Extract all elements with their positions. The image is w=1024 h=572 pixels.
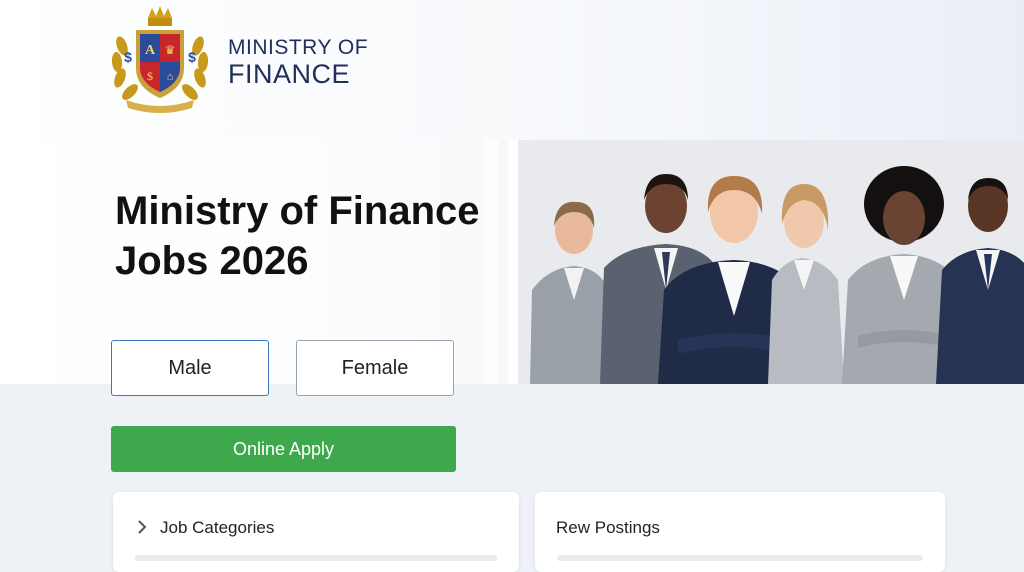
new-postings-title: Rew Postings	[556, 518, 660, 537]
page-title: Ministry of Finance Jobs 2026	[115, 186, 535, 286]
ministry-crest-logo[interactable]: A ♛ $ ⌂ $ $	[106, 4, 214, 116]
logo-line2: FINANCE	[228, 59, 351, 89]
page-title-line1: Ministry of Finance	[115, 189, 480, 233]
new-postings-card[interactable]: Rew Postings	[535, 492, 945, 572]
page-title-line2: Jobs 2026	[115, 239, 309, 283]
svg-text:A: A	[145, 43, 156, 58]
card-placeholder-bar	[557, 555, 923, 561]
job-categories-card[interactable]: Job Categories	[113, 492, 519, 572]
svg-text:♛: ♛	[165, 43, 176, 57]
logo-wordmark[interactable]: MINISTRY OF FINANCE	[228, 36, 368, 88]
card-placeholder-bar	[135, 555, 497, 561]
svg-text:$: $	[147, 69, 153, 83]
team-photo	[518, 140, 1024, 384]
chevron-right-icon	[138, 520, 147, 534]
svg-text:⌂: ⌂	[167, 71, 174, 83]
male-button[interactable]: Male	[111, 340, 269, 396]
svg-text:$: $	[124, 49, 132, 65]
logo-line1: MINISTRY OF	[228, 36, 369, 59]
online-apply-button[interactable]: Online Apply	[111, 426, 456, 472]
female-button[interactable]: Female	[296, 340, 454, 396]
svg-text:$: $	[188, 49, 196, 65]
job-categories-title: Job Categories	[160, 518, 275, 537]
